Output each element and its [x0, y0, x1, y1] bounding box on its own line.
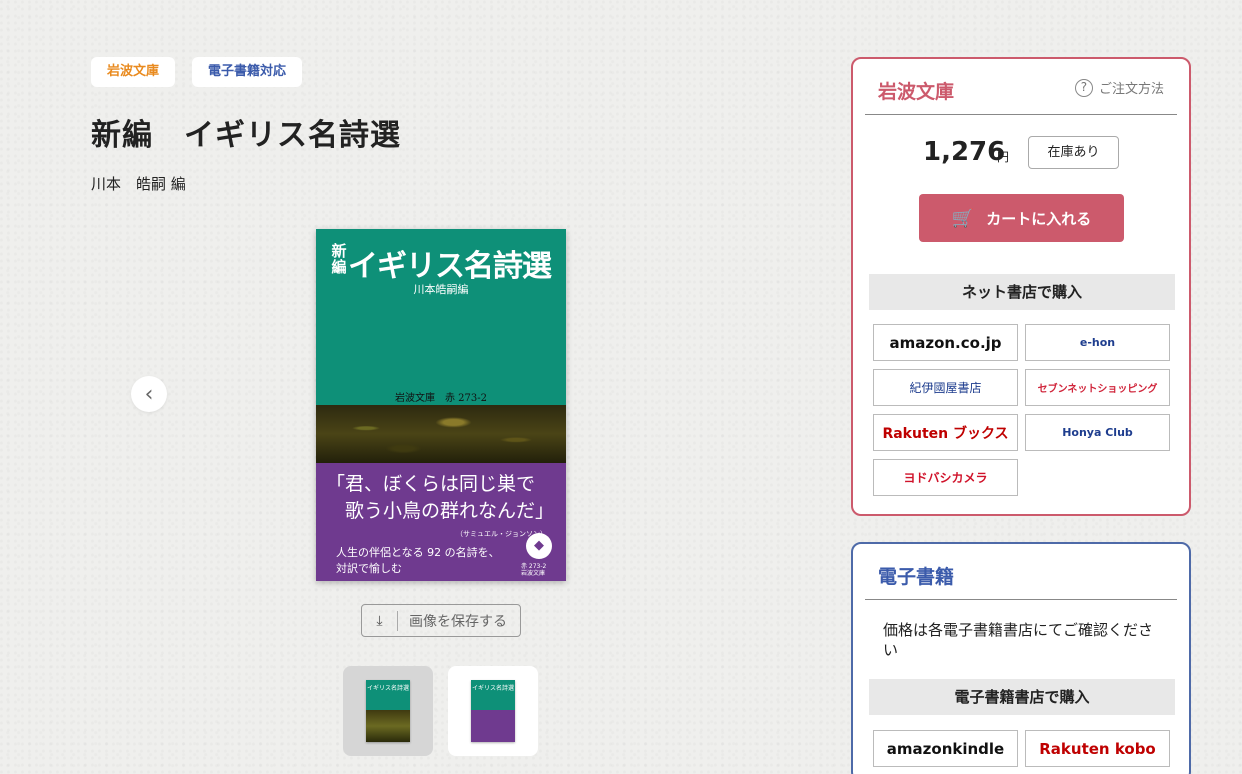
cover-editor: 川本皓嗣編 — [413, 283, 469, 296]
cover-painting — [316, 405, 566, 463]
thumbnail-1-image: イギリス名詩選 — [366, 680, 410, 742]
order-method-link[interactable]: ? ご注文方法 — [1074, 78, 1164, 97]
help-icon: ? — [1074, 78, 1093, 97]
save-image-button[interactable]: ⤓ 画像を保存する — [361, 604, 521, 637]
ebook-store-grid: amazonkindle Rakuten kobo — [873, 730, 1170, 767]
publisher-logo-icon: ◆ — [526, 533, 552, 559]
book-title: 新編 イギリス名詩選 — [91, 118, 401, 153]
store-rakuten-books[interactable]: Rakuten ブックス — [873, 414, 1018, 451]
thumbnail-1-painting — [366, 710, 410, 742]
cover-band: 「君、ぼくらは同じ巣で 歌う小鳥の群れなんだ」 （サミュエル・ジョンソン） 人生… — [316, 463, 566, 581]
store-yodobashi[interactable]: ヨドバシカメラ — [873, 459, 1018, 496]
store-amazon-kindle[interactable]: amazonkindle — [873, 730, 1018, 767]
store-kinokuniya[interactable]: 紀伊國屋書店 — [873, 369, 1018, 406]
store-amazon[interactable]: amazon.co.jp — [873, 324, 1018, 361]
store-seven-net[interactable]: セブンネットショッピング — [1025, 369, 1170, 406]
cover-quote: 「君、ぼくらは同じ巣で 歌う小鳥の群れなんだ」 — [326, 473, 555, 522]
tag-ebook-available[interactable]: 電子書籍対応 — [192, 57, 303, 87]
order-method-label: ご注文方法 — [1098, 82, 1164, 97]
divider — [865, 114, 1177, 115]
cover-new-label: 新編 — [331, 242, 347, 276]
ebook-stores-heading: 電子書籍書店で購入 — [869, 679, 1175, 715]
online-stores-heading: ネット書店で購入 — [869, 274, 1175, 310]
add-to-cart-button[interactable]: 🛒 カートに入れる — [919, 194, 1124, 242]
cover-top-panel: 新編 イギリス名詩選 川本皓嗣編 岩波文庫 赤 273-2 — [316, 229, 566, 405]
tag-iwanami-bunko[interactable]: 岩波文庫 — [91, 57, 176, 87]
download-icon: ⤓ — [362, 610, 398, 631]
price-currency: 円 — [997, 150, 1010, 164]
thumbnail-1[interactable]: イギリス名詩選 — [343, 666, 433, 756]
prev-image-button[interactable]: ‹ — [131, 376, 167, 412]
thumbnail-2[interactable]: イギリス名詩選 — [448, 666, 538, 756]
store-ehon[interactable]: e-hon — [1025, 324, 1170, 361]
ebook-price-note: 価格は各電子書籍書店にてご確認ください — [883, 621, 1154, 659]
store-honya-club[interactable]: Honya Club — [1025, 414, 1170, 451]
add-to-cart-label: カートに入れる — [986, 209, 1092, 228]
thumbnail-1-title: イギリス名詩選 — [366, 680, 410, 710]
thumbnail-2-band — [471, 710, 515, 742]
cover-series-label: 岩波文庫 赤 273-2 — [394, 393, 487, 404]
store-rakuten-kobo[interactable]: Rakuten kobo — [1025, 730, 1170, 767]
tag-list: 岩波文庫 電子書籍対応 — [91, 57, 303, 87]
purchase-panel: 岩波文庫 ? ご注文方法 1,276 円 在庫あり 🛒 カートに入れる ネット書… — [851, 57, 1191, 516]
stock-badge: 在庫あり — [1028, 136, 1119, 169]
thumbnail-2-image: イギリス名詩選 — [471, 680, 515, 742]
chevron-left-icon: ‹ — [144, 381, 154, 407]
cart-icon: 🛒 — [951, 207, 975, 229]
ebook-panel-title: 電子書籍 — [878, 566, 955, 588]
cover-series-mark: 赤 273-2 岩波文庫 — [521, 563, 547, 577]
ebook-panel: 電子書籍 価格は各電子書籍書店にてご確認ください 電子書籍書店で購入 amazo… — [851, 542, 1191, 774]
book-cover-image: 新編 イギリス名詩選 川本皓嗣編 岩波文庫 赤 273-2 「君、ぼくらは同じ巣… — [316, 229, 566, 581]
cover-blurb: 人生の伴侶となる 92 の名詩を、 対訳で愉しむ — [336, 546, 500, 575]
divider — [865, 599, 1177, 600]
purchase-panel-title: 岩波文庫 — [878, 81, 955, 103]
book-author: 川本 皓嗣 編 — [91, 175, 186, 193]
save-image-label: 画像を保存する — [409, 613, 507, 630]
online-store-grid: amazon.co.jp e-hon 紀伊國屋書店 セブンネットショッピング R… — [873, 324, 1170, 496]
price: 1,276 — [923, 137, 1006, 167]
thumbnail-2-title: イギリス名詩選 — [471, 680, 515, 710]
cover-title: イギリス名詩選 — [348, 249, 552, 284]
